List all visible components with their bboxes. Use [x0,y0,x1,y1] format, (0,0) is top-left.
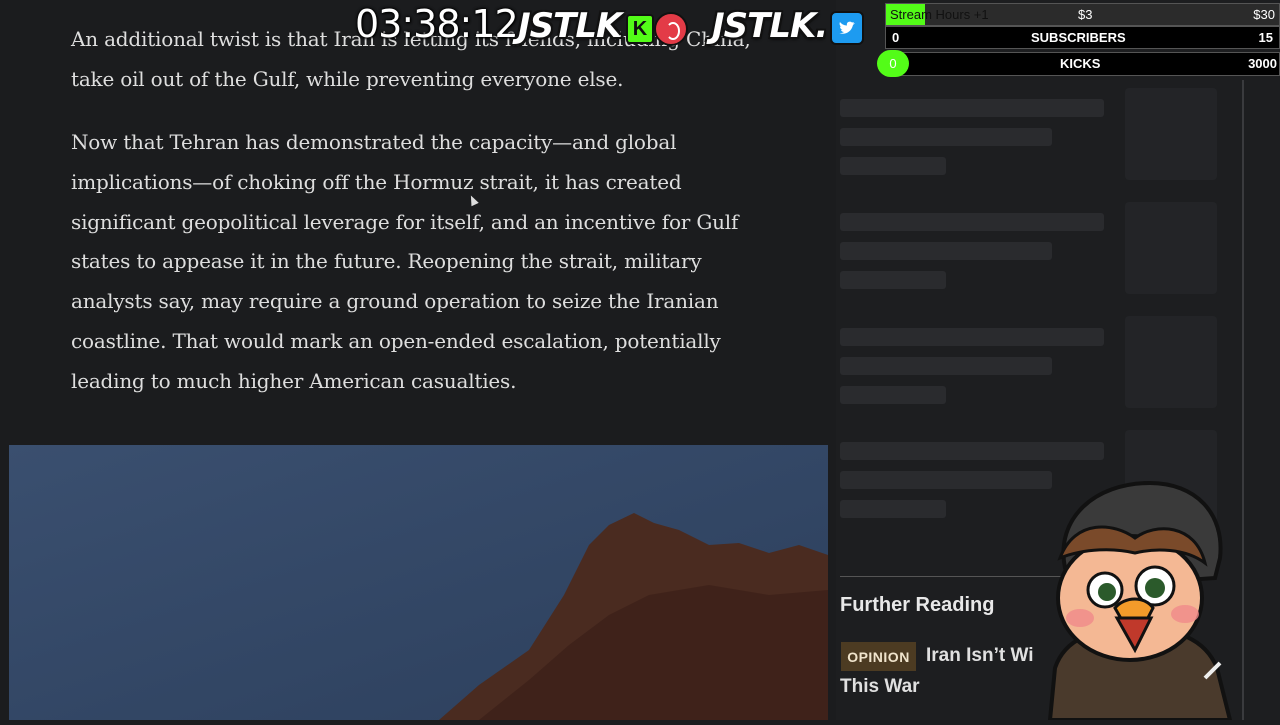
further-reading-heading: Further Reading [840,594,995,616]
subs-current: 0 [892,30,900,45]
stream-goals-widget: Stream Hours +1 $3 $30 0 SUBSCRIBERS 15 … [883,2,1280,77]
skeleton-thumbnail [1125,88,1217,180]
kicks-goal: KICKS 3000 [885,52,1280,76]
subs-target: 15 [1258,30,1273,45]
record-icon [654,12,688,46]
goal-mid-value: $3 [1078,7,1093,22]
skeleton-line [840,500,946,518]
article-paragraph: Now that Tehran has demonstrated the cap… [71,130,739,393]
further-reading-link-line2[interactable]: This War [840,676,920,698]
streamer-avatar [1035,478,1235,722]
skeleton-line [840,128,1052,146]
channel-logo-secondary: JSTLK. [712,6,828,46]
skeleton-line [840,442,1104,460]
kick-icon: K [626,14,654,44]
skeleton-line [840,271,946,289]
goal-max-value: $30 [1253,7,1275,22]
further-reading-link[interactable]: Iran Isn’t Wi [926,645,1034,667]
article-photo [9,445,828,720]
skeleton-line [840,242,1052,260]
kicks-current: 0 [877,50,909,77]
subscribers-goal: 0 SUBSCRIBERS 15 [885,26,1280,49]
scrollbar-track[interactable] [1242,80,1244,720]
channel-logo: JSTLK [518,6,622,46]
stream-timer: 03:38:12 [355,2,519,46]
stream-hours-goal: Stream Hours +1 $3 $30 [885,3,1280,26]
subs-label: SUBSCRIBERS [1031,30,1126,45]
kicks-label: KICKS [1060,56,1101,71]
twitter-icon [830,11,864,45]
article-body: An additional twist is that Iran is lett… [0,0,836,720]
skeleton-thumbnail [1125,316,1217,408]
kicks-target: 3000 [1248,56,1277,71]
skeleton-line [840,357,1052,375]
skeleton-line [840,99,1104,117]
skeleton-line [840,213,1104,231]
skeleton-line [840,328,1104,346]
goal-label: Stream Hours +1 [890,7,989,22]
skeleton-line [840,471,1052,489]
skeleton-thumbnail [1125,202,1217,294]
skeleton-line [840,157,946,175]
skeleton-line [840,386,946,404]
opinion-badge: OPINION [841,642,916,671]
